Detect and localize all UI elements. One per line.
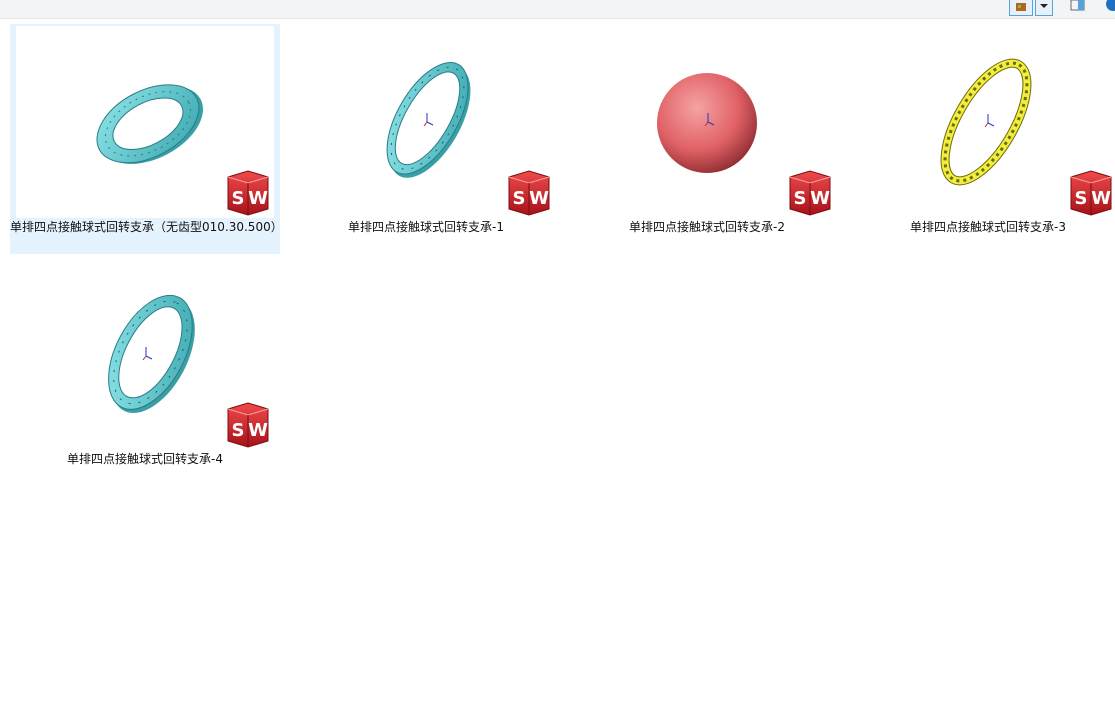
file-tile-5[interactable]: 单排四点接触球式回转支承-4 <box>10 256 280 486</box>
file-name: 单排四点接触球式回转支承-4 <box>67 452 223 466</box>
thumbnail-view-icon <box>1016 3 1026 11</box>
file-name: 单排四点接触球式回转支承-2 <box>629 220 785 234</box>
chevron-down-icon <box>1040 4 1048 8</box>
file-thumbnail <box>859 26 1115 218</box>
explorer-toolbar <box>0 0 1115 19</box>
preview-pane-icon <box>1070 0 1085 11</box>
view-options-dropdown[interactable] <box>1035 0 1053 16</box>
file-name: 单排四点接触球式回转支承-1 <box>348 220 504 234</box>
file-thumbnail <box>297 26 555 218</box>
file-thumbnail <box>16 258 274 450</box>
solidworks-part-icon <box>1070 170 1112 216</box>
file-tile-1[interactable]: 单排四点接触球式回转支承（无齿型010.30.500） <box>10 24 283 254</box>
help-icon <box>1106 0 1115 11</box>
file-tile-2[interactable]: 单排四点接触球式回转支承-1 <box>291 24 561 254</box>
file-thumbnail <box>16 26 274 218</box>
help-button[interactable] <box>1103 0 1115 14</box>
file-name: 单排四点接触球式回转支承（无齿型010.30.500） <box>10 220 283 234</box>
solidworks-part-icon <box>227 402 269 448</box>
solidworks-part-icon <box>227 170 269 216</box>
solidworks-part-icon <box>789 170 831 216</box>
preview-pane-button[interactable] <box>1068 0 1088 16</box>
file-thumbnail <box>578 26 836 218</box>
file-tile-4[interactable]: 单排四点接触球式回转支承-3 <box>853 24 1115 254</box>
view-mode-button[interactable] <box>1009 0 1033 16</box>
file-tile-3[interactable]: 单排四点接触球式回转支承-2 <box>572 24 842 254</box>
solidworks-part-icon <box>508 170 550 216</box>
file-name: 单排四点接触球式回转支承-3 <box>910 220 1066 234</box>
